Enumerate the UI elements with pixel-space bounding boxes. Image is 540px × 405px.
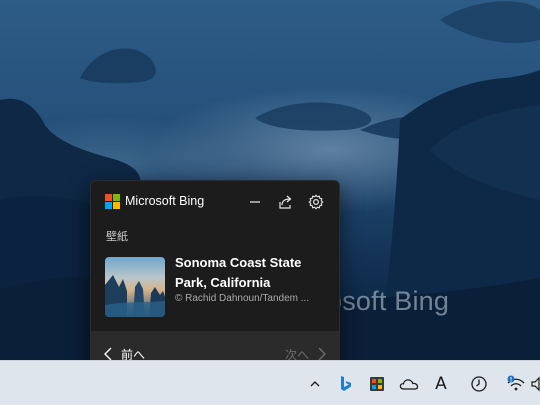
flyout-header: Microsoft Bing [91, 181, 339, 223]
bing-icon [341, 376, 351, 391]
onedrive-tray-button[interactable] [398, 373, 420, 395]
share-icon [279, 195, 292, 209]
chevron-up-icon [310, 381, 320, 387]
show-hidden-icons-button[interactable] [304, 373, 326, 395]
wallpaper-thumbnail[interactable] [105, 257, 165, 317]
microsoft-logo-icon [105, 194, 121, 210]
logo-blue-square [105, 202, 112, 209]
app-icon [370, 377, 384, 391]
chevron-right-icon [318, 347, 326, 361]
logo-red-square [105, 194, 112, 201]
app-tray-button[interactable] [366, 373, 388, 395]
input-indicator-button[interactable]: A [430, 373, 452, 395]
wallpaper-credit: © Rachid Dahnoun/Tandem ... [175, 293, 310, 304]
bing-wallpaper-flyout: Microsoft Bing 壁紙 Sonoma Coast State Par… [90, 180, 340, 376]
network-tray-button[interactable] [505, 373, 527, 395]
taskbar: A [0, 360, 540, 405]
bing-tray-button[interactable] [335, 373, 357, 395]
volume-tray-button[interactable] [528, 373, 540, 395]
settings-button[interactable] [305, 191, 327, 213]
logo-green-square [113, 194, 120, 201]
desktop-watermark-text: osoft Bing [327, 286, 450, 316]
logo-yellow-square [113, 202, 120, 209]
wallpaper-section-label: 壁紙 [106, 230, 128, 243]
ime-icon: A [435, 374, 447, 394]
minimize-button[interactable] [244, 191, 266, 213]
minimize-icon [250, 201, 260, 203]
chevron-left-icon [104, 347, 112, 361]
clock-tray-button[interactable] [468, 373, 490, 395]
onedrive-cloud-icon [399, 379, 419, 390]
share-button[interactable] [274, 191, 296, 213]
wifi-icon [507, 375, 525, 391]
speaker-icon [531, 376, 540, 392]
app-brand-name: Microsoft Bing [125, 194, 205, 208]
wallpaper-title[interactable]: Sonoma Coast State Park, California [175, 253, 335, 293]
wallpaper-thumbnail-image [105, 257, 165, 317]
clock-icon [471, 376, 487, 392]
gear-icon [308, 194, 324, 210]
